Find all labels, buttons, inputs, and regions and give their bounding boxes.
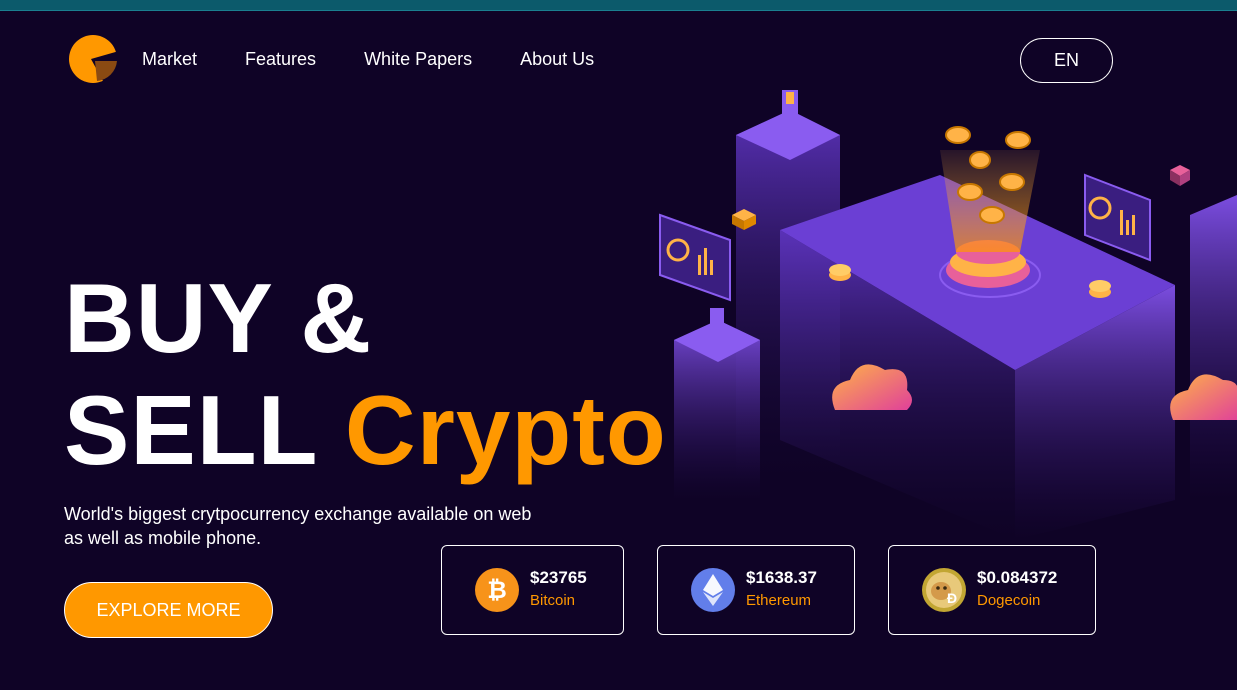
dogecoin-name: Dogecoin	[977, 592, 1041, 609]
brand-logo[interactable]	[67, 35, 119, 83]
nav-market-link[interactable]: Market	[142, 49, 197, 70]
bitcoin-icon: ₿	[475, 568, 519, 612]
svg-text:₿: ₿	[487, 577, 507, 604]
explore-more-button[interactable]: EXPLORE MORE	[64, 582, 273, 638]
bitcoin-name: Bitcoin	[530, 592, 576, 609]
ethereum-icon	[691, 568, 735, 612]
dogecoin-price: $0.084372	[977, 568, 1058, 587]
coin-card-ethereum[interactable]: $1638.37 Ethereum	[657, 545, 855, 635]
hero-title-line2-accent: Crypto	[344, 375, 667, 485]
browser-top-strip	[0, 0, 1237, 11]
main-nav: Market Features White Papers About Us	[142, 49, 642, 70]
isometric-crypto-city-illustration	[659, 90, 1237, 540]
nav-features-link[interactable]: Features	[245, 49, 316, 70]
ethereum-name: Ethereum	[746, 592, 812, 609]
hero-title-line1: BUY &	[64, 263, 373, 373]
dogecoin-icon: Ð	[922, 568, 966, 612]
coin-card-bitcoin[interactable]: ₿ $23765 Bitcoin	[441, 545, 624, 635]
nav-white-papers-link[interactable]: White Papers	[364, 49, 472, 70]
nav-about-us-link[interactable]: About Us	[520, 49, 594, 70]
hero-title-line2-plain: SELL	[64, 375, 317, 485]
svg-text:Ð: Ð	[947, 590, 957, 606]
coin-card-dogecoin[interactable]: Ð $0.084372 Dogecoin	[888, 545, 1096, 635]
bitcoin-price: $23765	[530, 568, 587, 587]
language-button[interactable]: EN	[1020, 38, 1113, 83]
hero-title: BUY & SELL Crypto	[64, 262, 684, 486]
hero-subtitle: World's biggest crytpocurrency exchange …	[64, 504, 532, 548]
ethereum-price: $1638.37	[746, 568, 817, 587]
